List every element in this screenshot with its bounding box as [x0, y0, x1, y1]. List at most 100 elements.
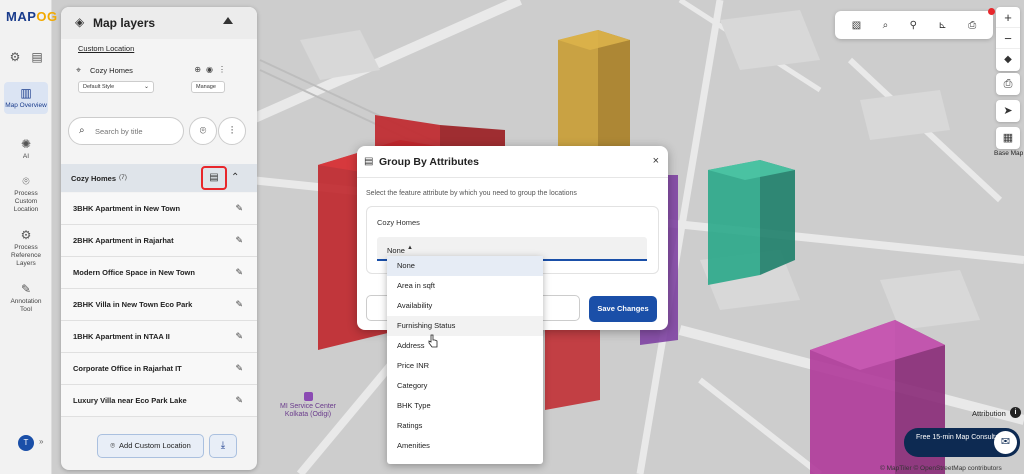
dialog-header: ▤ Group By Attributes ×	[357, 146, 668, 178]
save-changes-button[interactable]: Save Changes	[589, 296, 657, 322]
rail-item-process-reference-layers[interactable]: ⚙ Process Reference Layers	[4, 228, 48, 268]
pen-icon: ✎	[20, 282, 32, 296]
rail-item-map-overview[interactable]: ▥ Map Overview	[4, 82, 48, 114]
list-item[interactable]: 2BHK Apartment in Rajarhat ✎	[61, 225, 257, 257]
dropdown-option[interactable]: Ratings	[387, 416, 543, 436]
search-field[interactable]: ⌕	[68, 117, 184, 145]
rail-item-annotation-tool[interactable]: ✎ Annotation Tool	[4, 282, 48, 314]
print-button[interactable]: ⎙	[996, 73, 1020, 95]
zoom-to-layer-icon[interactable]: ⊕	[194, 65, 201, 74]
location-filter-button[interactable]: ⌾	[189, 117, 217, 145]
list-item[interactable]: Luxury Villa near Eco Park Lake ✎	[61, 385, 257, 417]
map-view-icon[interactable]: ▧	[852, 20, 861, 31]
edit-icon[interactable]: ✎	[235, 267, 243, 278]
base-map-button[interactable]: ▦	[996, 127, 1020, 149]
list-item[interactable]: Modern Office Space in New Town ✎	[61, 257, 257, 289]
add-custom-location-button[interactable]: ⌾ Add Custom Location	[97, 434, 204, 458]
edit-icon[interactable]: ✎	[235, 299, 243, 310]
poi-marker[interactable]: MI Service Center Kolkata (Odigi)	[268, 392, 348, 419]
document-icon[interactable]: ▤	[30, 50, 44, 64]
search-icon[interactable]: ⌕	[883, 20, 889, 31]
location-title: 1BHK Apartment in NTAA II	[73, 332, 170, 341]
rail-item-ai[interactable]: ✺ AI	[4, 137, 48, 161]
more-options-icon[interactable]: ⋮	[218, 65, 226, 74]
visibility-eye-icon[interactable]: ◉	[206, 65, 213, 74]
map-toolbar: ▧ ⌕ ⚲ ⊾ ⎙	[835, 11, 993, 39]
group-by-attributes-button[interactable]: ▤	[201, 166, 227, 190]
edit-icon[interactable]: ✎	[235, 203, 243, 214]
zoom-in-button[interactable]: +	[996, 7, 1020, 28]
attribution-label[interactable]: Attribution	[972, 409, 1006, 418]
list-item[interactable]: 2BHK Villa in New Town Eco Park ✎	[61, 289, 257, 321]
edit-icon[interactable]: ✎	[235, 363, 243, 374]
expand-rail-icon[interactable]: »	[39, 437, 43, 446]
dropdown-option[interactable]: Furnishing Status	[387, 316, 543, 336]
info-icon[interactable]: i	[1010, 407, 1021, 418]
attribute-select-value: None	[387, 246, 405, 255]
dropdown-option[interactable]: BHK Type	[387, 396, 543, 416]
list-item[interactable]: 1BHK Apartment in NTAA II ✎	[61, 321, 257, 353]
chat-icon[interactable]: ✉	[994, 431, 1017, 454]
layer-style-select[interactable]: Default Style ⌄	[78, 81, 154, 93]
zoom-controls: + − ◆	[996, 7, 1020, 71]
panel-title: Map layers	[93, 16, 156, 30]
dialog-description: Select the feature attribute by which yo…	[366, 190, 577, 197]
rail-item-label: Process Custom Location	[13, 190, 39, 213]
measure-icon[interactable]: ⊾	[938, 20, 946, 31]
dropdown-option[interactable]: Availability	[387, 296, 543, 316]
rail-item-label: AI	[22, 153, 30, 160]
dropdown-option[interactable]: Category	[387, 376, 543, 396]
filter-settings-button[interactable]: ⫶	[218, 117, 246, 145]
layer-name: Cozy Homes	[90, 66, 133, 75]
group-header[interactable]: Cozy Homes (7) ▤ ⌃	[61, 164, 257, 192]
location-pin-icon: ⌾	[22, 174, 30, 188]
base-map-label: Base Map	[994, 150, 1024, 157]
zoom-out-button[interactable]: −	[996, 28, 1020, 49]
download-button[interactable]: ⤓	[209, 434, 237, 458]
edit-icon[interactable]: ✎	[235, 235, 243, 246]
search-input[interactable]	[95, 124, 179, 138]
group-icon: ▤	[364, 156, 374, 167]
location-pin-icon: ⌾	[110, 441, 116, 450]
shop-icon	[303, 392, 313, 401]
print-icon[interactable]: ⎙	[968, 20, 976, 31]
settings-icon[interactable]: ⚙	[8, 50, 22, 64]
list-item[interactable]: Corporate Office in Rajarhat IT ✎	[61, 353, 257, 385]
custom-location-link[interactable]: Custom Location	[78, 44, 134, 53]
close-icon[interactable]: ×	[653, 155, 659, 167]
base-map-icon: ▦	[1002, 132, 1014, 144]
avatar[interactable]: T	[18, 435, 34, 451]
compass-button[interactable]: ◆	[996, 49, 1020, 70]
notification-badge	[988, 8, 995, 15]
dropdown-option[interactable]: Amenities	[387, 436, 543, 456]
dialog-title: Group By Attributes	[379, 156, 479, 168]
layers-icon: ◈	[75, 15, 85, 29]
location-title: Luxury Villa near Eco Park Lake	[73, 396, 187, 405]
location-title: 2BHK Villa in New Town Eco Park	[73, 300, 193, 309]
print-icon: ⎙	[1003, 78, 1013, 90]
chevron-up-icon[interactable]: ⌃	[231, 172, 239, 183]
location-pin-icon[interactable]: ⚲	[910, 20, 917, 31]
rail-item-label: Process Reference Layers	[11, 244, 41, 267]
map-icon: ▥	[20, 86, 32, 100]
attribute-dropdown: None Area in sqft Availability Furnishin…	[387, 256, 543, 464]
edit-icon[interactable]: ✎	[235, 395, 243, 406]
consultation-button[interactable]: Free 15-min Map Consultation ✉	[904, 428, 1020, 457]
card-label: Cozy Homes	[377, 218, 420, 227]
edit-icon[interactable]: ✎	[235, 331, 243, 342]
list-item[interactable]: 3BHK Apartment in New Town ✎	[61, 193, 257, 225]
dropdown-option[interactable]: None	[387, 256, 543, 276]
dropdown-option[interactable]: Area in sqft	[387, 276, 543, 296]
app-logo[interactable]: MAPOG	[6, 9, 58, 24]
layer-style-value: Default Style	[83, 84, 115, 90]
rail-item-label: Map Overview	[5, 102, 47, 109]
caret-up-icon: ▲	[407, 245, 413, 251]
panel-header: ◈ Map layers	[61, 7, 257, 39]
layer-pin-icon: ⌖	[76, 65, 82, 75]
collapse-panel-icon[interactable]	[223, 17, 233, 24]
navigate-button[interactable]: ➤	[996, 100, 1020, 122]
rail-item-process-custom-location[interactable]: ⌾ Process Custom Location	[4, 174, 48, 214]
dropdown-option[interactable]: Address	[387, 336, 543, 356]
dropdown-option[interactable]: Price INR	[387, 356, 543, 376]
manage-button[interactable]: Manage	[191, 81, 225, 93]
